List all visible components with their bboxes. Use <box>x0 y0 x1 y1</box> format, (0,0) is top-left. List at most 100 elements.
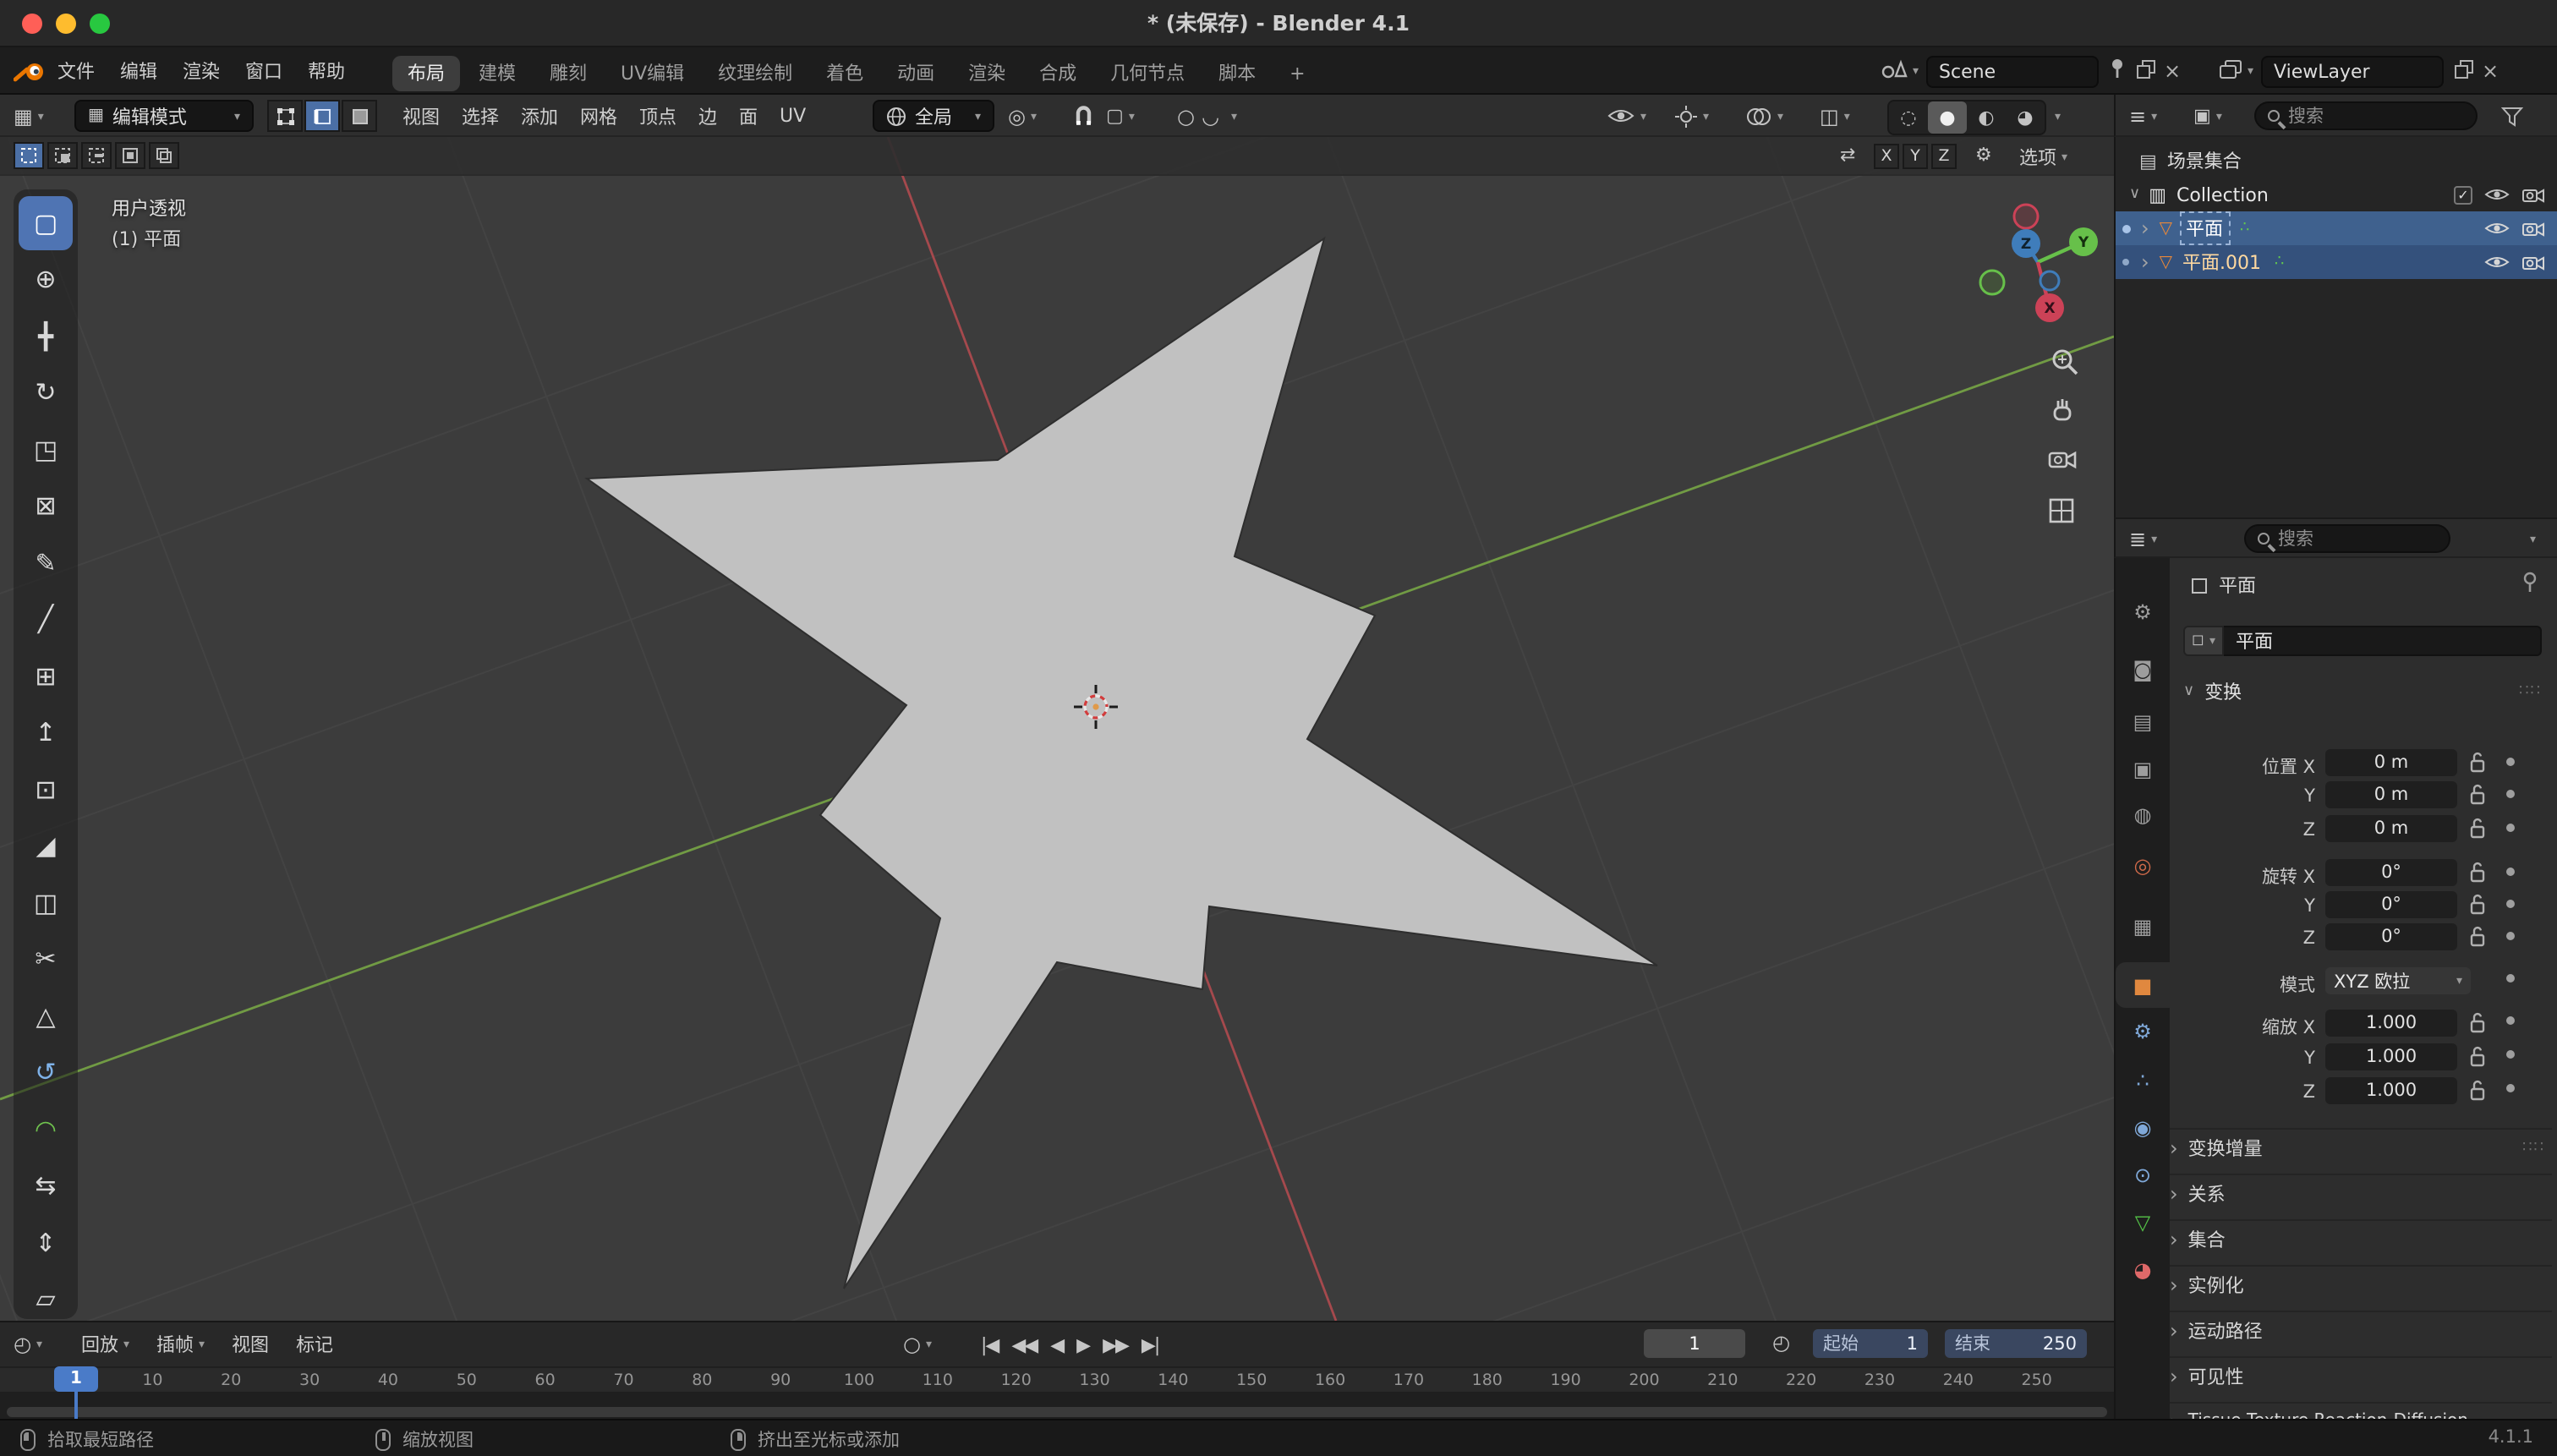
workspace-tab-scripting[interactable]: 脚本 <box>1203 55 1271 90</box>
transport-button[interactable]: ▶| <box>1142 1333 1158 1355</box>
remove-viewlayer-icon[interactable]: × <box>2482 59 2499 83</box>
outliner-editor-icon[interactable]: ≡ <box>2129 104 2146 128</box>
xray-toggle[interactable]: ◫▾ <box>1820 95 1850 137</box>
toolbar-tool[interactable]: ◳ <box>19 422 73 476</box>
hide-object-eye-icon[interactable] <box>2484 220 2510 237</box>
viewport-menu-view[interactable]: 视图 <box>402 102 440 129</box>
toolbar-tool[interactable]: ⊞ <box>19 649 73 703</box>
shading-dropdown-caret[interactable]: ▾ <box>2055 110 2061 123</box>
playback-menu[interactable]: 回放▾ <box>81 1331 129 1358</box>
workspace-tab-sculpting[interactable]: 雕刻 <box>534 55 602 90</box>
menu-help[interactable]: 帮助 <box>308 57 345 85</box>
viewport-menu-mesh[interactable]: 网格 <box>580 102 617 129</box>
filter-icon[interactable] <box>2501 107 2523 132</box>
section-relations[interactable]: ›关系 <box>2170 1174 2552 1211</box>
timeline-view-menu[interactable]: 视图 <box>232 1331 269 1358</box>
lock-icon[interactable] <box>2469 817 2486 844</box>
select-mode-extend-button[interactable] <box>47 142 78 169</box>
new-scene-icon[interactable] <box>2135 58 2155 84</box>
disable-render-camera-icon[interactable] <box>2521 186 2545 203</box>
plane001-expand-caret[interactable]: › <box>2141 252 2149 272</box>
location-x-field[interactable]: 0 m <box>2325 749 2457 776</box>
rotation-y-field[interactable]: 0° <box>2325 891 2457 918</box>
toggle-ortho-button[interactable] <box>2048 497 2075 529</box>
pivot-point-dropdown[interactable]: ◎▾ <box>1008 95 1037 137</box>
toolbar-tool[interactable]: ⊠ <box>19 479 73 533</box>
animate-dot[interactable] <box>2506 1016 2515 1025</box>
scale-z-field[interactable]: 1.000 <box>2325 1077 2457 1104</box>
visibility-dropdown[interactable]: ▾ <box>1607 95 1646 137</box>
viewport-menu-face[interactable]: 面 <box>739 102 758 129</box>
viewlayer-icon[interactable] <box>2219 58 2242 84</box>
toolbar-tool[interactable]: ╱ <box>19 592 73 646</box>
animate-dot[interactable] <box>2506 1084 2515 1092</box>
plane-expand-caret[interactable]: › <box>2141 218 2149 238</box>
toolbar-tool[interactable]: ▱ <box>19 1272 73 1319</box>
editor-type-icon[interactable]: ▦ <box>14 104 33 128</box>
shading-solid-button[interactable]: ● <box>1928 101 1967 134</box>
move-view-button[interactable] <box>2050 396 2077 430</box>
toolbar-tool[interactable]: ◢ <box>19 818 73 873</box>
toolbar-tool[interactable]: ◫ <box>19 875 73 929</box>
viewport-menu-vertex[interactable]: 顶点 <box>639 102 676 129</box>
select-mode-set-button[interactable] <box>14 142 44 169</box>
timeline-track-area[interactable] <box>0 1392 2114 1420</box>
shading-material-button[interactable]: ◐ <box>1967 101 2006 134</box>
tab-material[interactable]: ◕ <box>2116 1246 2170 1292</box>
menu-edit[interactable]: 编辑 <box>120 57 157 85</box>
keying-menu[interactable]: 插帧▾ <box>156 1331 205 1358</box>
viewport-menu-edge[interactable]: 边 <box>698 102 717 129</box>
clock-icon[interactable]: ◴ <box>1772 1331 1790 1355</box>
section-visibility[interactable]: ›可见性 <box>2170 1356 2552 1393</box>
tab-tool[interactable]: ⚙ <box>2116 588 2170 634</box>
tab-collection[interactable]: ▦ <box>2116 903 2170 949</box>
properties-options-caret[interactable]: ▾ <box>2530 533 2536 546</box>
transport-button[interactable]: ▶ <box>1076 1333 1089 1355</box>
toolbar-tool[interactable]: ✎ <box>19 535 73 589</box>
transport-button[interactable]: ◀ <box>1050 1333 1063 1355</box>
menu-render[interactable]: 渲染 <box>183 57 220 85</box>
tab-output[interactable]: ▤ <box>2116 698 2170 744</box>
current-frame-field[interactable]: 1 <box>1644 1329 1745 1358</box>
animate-dot[interactable] <box>2506 1050 2515 1059</box>
workspace-tab-modeling[interactable]: 建模 <box>463 55 531 90</box>
section-collections[interactable]: ›集合 <box>2170 1219 2552 1256</box>
lock-icon[interactable] <box>2469 861 2486 888</box>
new-viewlayer-icon[interactable] <box>2453 58 2473 84</box>
animate-dot[interactable] <box>2506 974 2515 983</box>
outliner-row-plane[interactable]: › ▽ 平面 ∴ <box>2116 211 2557 245</box>
tab-render[interactable]: ◙ <box>2116 646 2170 692</box>
viewport-menu-uv[interactable]: UV <box>780 105 806 127</box>
shading-rendered-button[interactable]: ◕ <box>2006 101 2045 134</box>
timeline-scrollbar[interactable] <box>7 1407 2107 1417</box>
workspace-tab-layout[interactable]: 布局 <box>392 55 460 90</box>
mirror-z-toggle[interactable]: Z <box>1931 144 1957 169</box>
mirror-x-toggle[interactable]: X <box>1874 144 1899 169</box>
location-z-field[interactable]: 0 m <box>2325 815 2457 842</box>
properties-search-input[interactable]: 搜索 <box>2244 524 2450 553</box>
proportional-editing-toggle[interactable]: ○ ◡▾ <box>1177 95 1237 137</box>
toolbar-tool[interactable]: ⊡ <box>19 762 73 816</box>
overlays-dropdown[interactable]: ▾ <box>1745 95 1783 137</box>
section-delta-transform[interactable]: ›变换增量 ∷∷ <box>2170 1128 2552 1165</box>
lock-icon[interactable] <box>2469 925 2486 952</box>
animate-dot[interactable] <box>2506 790 2515 798</box>
rotation-x-field[interactable]: 0° <box>2325 859 2457 886</box>
viewlayer-browse-caret[interactable]: ▾ <box>2248 64 2253 78</box>
outliner-row-collection[interactable]: ∨ ▥ Collection ✓ <box>2116 178 2557 211</box>
viewport-menu-select[interactable]: 选择 <box>462 102 499 129</box>
animate-dot[interactable] <box>2506 932 2515 940</box>
outliner-row-scene-collection[interactable]: ▤ 场景集合 <box>2116 144 2557 178</box>
face-select-button[interactable] <box>342 100 377 132</box>
rotation-mode-dropdown[interactable]: XYZ 欧拉▾ <box>2325 967 2471 994</box>
lock-icon[interactable] <box>2469 893 2486 920</box>
scene-name-field[interactable]: Scene <box>1925 55 2098 87</box>
section-motion-paths[interactable]: ›运动路径 <box>2170 1311 2552 1348</box>
timeline-editor-icon[interactable]: ◴ <box>14 1333 31 1356</box>
disable-render-camera-icon[interactable] <box>2521 254 2545 271</box>
zoom-view-button[interactable] <box>2050 347 2080 382</box>
select-mode-subtract-button[interactable] <box>81 142 112 169</box>
lock-icon[interactable] <box>2469 1011 2486 1038</box>
toolbar-tool[interactable]: ⇕ <box>19 1215 73 1269</box>
editor-type-caret[interactable]: ▾ <box>38 109 44 123</box>
